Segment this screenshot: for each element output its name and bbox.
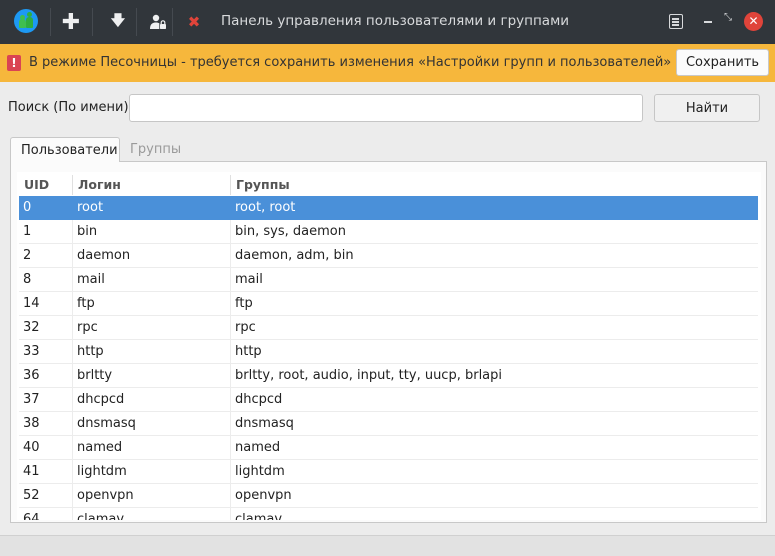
cell-groups: dhcpcd <box>235 392 283 407</box>
table-row[interactable]: 37 dhcpcd dhcpcd <box>19 388 758 412</box>
table-row[interactable]: 38 dnsmasq dnsmasq <box>19 412 758 436</box>
cell-login: ftp <box>77 296 95 311</box>
cell-login: root <box>77 200 104 215</box>
user-properties-button[interactable] <box>144 8 172 36</box>
cell-login: dnsmasq <box>77 416 136 431</box>
toolbar-separator <box>50 8 51 36</box>
table-row[interactable]: 1 bin bin, sys, daemon <box>19 220 758 244</box>
cell-uid: 64 <box>23 512 40 520</box>
cell-uid: 36 <box>23 368 40 383</box>
users-panel: UID Логин Группы 0 root root, root 1 bin bin,… <box>10 161 767 523</box>
maximize-button[interactable]: ⤡ <box>724 12 738 30</box>
table-row[interactable]: 8 mail mail <box>19 268 758 292</box>
cell-uid: 52 <box>23 488 40 503</box>
add-user-button[interactable]: ✚ <box>57 8 85 36</box>
x-icon: ✖ <box>187 13 201 31</box>
cell-login: lightdm <box>77 464 127 479</box>
cell-login: bin <box>77 224 98 239</box>
table-row[interactable]: 14 ftp ftp <box>19 292 758 316</box>
cell-uid: 33 <box>23 344 40 359</box>
cell-uid: 37 <box>23 392 40 407</box>
cell-login: daemon <box>77 248 131 263</box>
cell-uid: 8 <box>23 272 32 287</box>
minimize-button[interactable] <box>704 21 712 23</box>
cell-uid: 41 <box>23 464 40 479</box>
column-header-login[interactable]: Логин <box>78 177 121 192</box>
search-label: Поиск (По имени): <box>8 100 133 115</box>
cell-login: brltty <box>77 368 113 383</box>
close-button[interactable]: ✕ <box>744 12 763 31</box>
cell-groups: mail <box>235 272 263 287</box>
table-row[interactable]: 32 rpc rpc <box>19 316 758 340</box>
cell-uid: 38 <box>23 416 40 431</box>
delete-user-button[interactable]: ✖ <box>180 8 208 36</box>
cell-groups: named <box>235 440 281 455</box>
cell-login: mail <box>77 272 105 287</box>
cell-login: named <box>77 440 123 455</box>
table-row[interactable]: 36 brltty brltty, root, audio, input, tty,… <box>19 364 758 388</box>
column-header-uid[interactable]: UID <box>24 177 49 192</box>
table-body: 0 root root, root 1 bin bin, sys, daemon 2 daem… <box>19 196 758 520</box>
cell-groups: dnsmasq <box>235 416 294 431</box>
cell-groups: http <box>235 344 262 359</box>
banner-text: В режиме Песочницы - требуется сохранить… <box>29 55 672 70</box>
cell-uid: 14 <box>23 296 40 311</box>
window-menu-button[interactable] <box>669 14 683 29</box>
window-title: Панель управления пользователями и групп… <box>220 13 570 29</box>
cell-login: openvpn <box>77 488 134 503</box>
users-app-icon <box>14 9 38 33</box>
cell-groups: brltty, root, audio, input, tty, uucp, b… <box>235 368 503 383</box>
column-header-groups[interactable]: Группы <box>236 177 290 192</box>
import-button[interactable]: 🡇 <box>104 8 132 36</box>
find-button[interactable]: Найти <box>654 94 760 122</box>
title-bar: ✚ 🡇 ✖ Панель управления пользователями и… <box>0 0 775 44</box>
cell-uid: 0 <box>23 200 32 215</box>
cell-login: clamav <box>77 512 125 520</box>
cell-uid: 1 <box>23 224 32 239</box>
toolbar-separator <box>92 8 93 36</box>
arrow-down-icon: 🡇 <box>110 13 126 29</box>
user-lock-icon <box>150 14 166 29</box>
plus-icon: ✚ <box>61 9 81 35</box>
table-row[interactable]: 40 named named <box>19 436 758 460</box>
cell-groups: root, root <box>235 200 296 215</box>
cell-groups: lightdm <box>235 464 285 479</box>
table-row[interactable]: 0 root root, root <box>19 196 758 220</box>
app-window: ✚ 🡇 ✖ Панель управления пользователями и… <box>0 0 775 556</box>
cell-login: rpc <box>77 320 98 335</box>
cell-groups: clamav <box>235 512 283 520</box>
users-table: UID Логин Группы 0 root root, root 1 bin bin,… <box>17 172 761 520</box>
table-row[interactable]: 64 clamav clamav <box>19 508 758 520</box>
cell-groups: openvpn <box>235 488 292 503</box>
cell-groups: ftp <box>235 296 253 311</box>
toolbar-separator <box>172 8 173 36</box>
toolbar-separator <box>136 8 137 36</box>
cell-groups: daemon, adm, bin <box>235 248 354 263</box>
cell-groups: bin, sys, daemon <box>235 224 346 239</box>
table-row[interactable]: 33 http http <box>19 340 758 364</box>
sandbox-warning-banner: ! В режиме Песочницы - требуется сохрани… <box>0 44 775 82</box>
table-row[interactable]: 2 daemon daemon, adm, bin <box>19 244 758 268</box>
cell-groups: rpc <box>235 320 256 335</box>
cell-login: http <box>77 344 104 359</box>
close-icon: ✕ <box>748 14 759 28</box>
table-row[interactable]: 52 openvpn openvpn <box>19 484 758 508</box>
save-button[interactable]: Сохранить <box>676 49 769 76</box>
cell-uid: 2 <box>23 248 32 263</box>
cell-uid: 32 <box>23 320 40 335</box>
status-bar <box>0 535 775 556</box>
cell-login: dhcpcd <box>77 392 125 407</box>
cell-uid: 40 <box>23 440 40 455</box>
search-input[interactable] <box>129 94 643 122</box>
tab-groups[interactable]: Группы <box>120 137 200 161</box>
table-row[interactable]: 41 lightdm lightdm <box>19 460 758 484</box>
table-header: UID Логин Группы <box>17 172 761 196</box>
exclamation-icon: ! <box>7 55 21 71</box>
tab-users[interactable]: Пользователи <box>10 137 120 162</box>
